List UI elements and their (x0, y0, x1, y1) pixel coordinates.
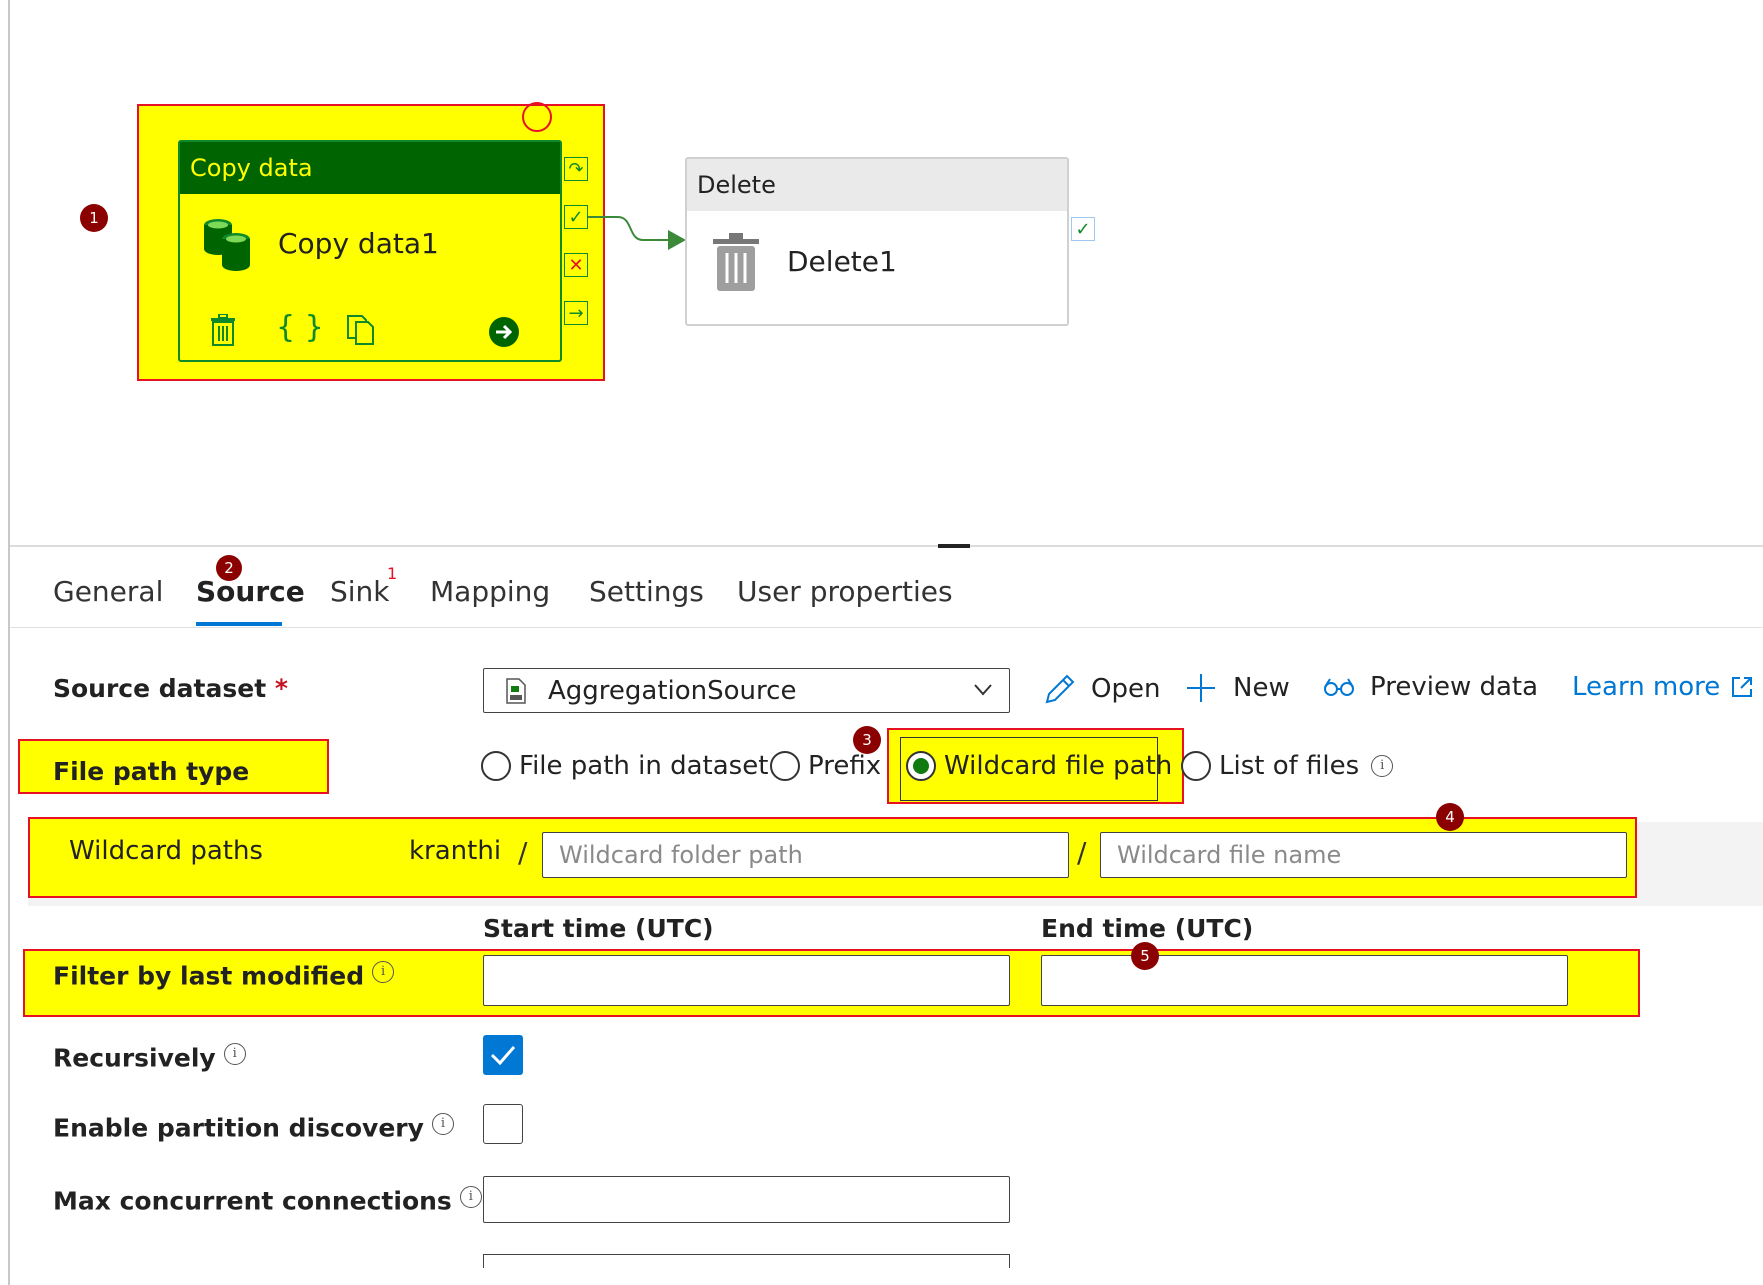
radio-label: Wildcard file path (944, 751, 1173, 781)
annotation-badge-1: 1 (80, 204, 108, 232)
csv-file-icon (506, 678, 526, 704)
open-label: Open (1091, 674, 1161, 704)
radio-prefix[interactable]: Prefix (770, 751, 881, 781)
annotation-badge-3: 3 (853, 726, 881, 754)
learn-more-label: Learn more (1572, 672, 1721, 702)
new-label: New (1233, 673, 1290, 703)
active-tab-indicator (196, 622, 282, 626)
radio-list-of-files[interactable]: List of files i (1181, 751, 1394, 781)
path-separator: / (1077, 836, 1087, 869)
tab-general[interactable]: General (53, 575, 163, 608)
code-braces-icon[interactable]: { } (276, 310, 324, 345)
splitter-grip[interactable] (938, 544, 970, 548)
learn-more-link[interactable]: Learn more (1572, 672, 1754, 702)
radio-circle (770, 751, 800, 781)
chevron-down-icon (974, 684, 992, 696)
recursively-checkbox[interactable] (483, 1035, 523, 1075)
trash-icon (713, 233, 759, 291)
failure-output-icon[interactable]: ✕ (564, 253, 588, 277)
radio-circle (906, 751, 936, 781)
info-icon[interactable]: i (459, 1186, 482, 1208)
info-icon[interactable]: i (1371, 755, 1394, 777)
partition-discovery-checkbox[interactable] (483, 1104, 523, 1144)
plus-icon (1187, 674, 1215, 702)
tab-separator (10, 627, 1763, 628)
annotation-badge-5: 5 (1131, 942, 1159, 970)
radio-wildcard-file-path[interactable]: Wildcard file path (906, 751, 1172, 781)
pencil-icon (1045, 674, 1075, 704)
glasses-icon (1324, 678, 1354, 696)
tab-settings[interactable]: Settings (589, 575, 704, 608)
info-icon[interactable]: i (431, 1113, 454, 1135)
radio-file-path-in-dataset[interactable]: File path in dataset (481, 751, 768, 781)
wildcard-container: kranthi (409, 836, 502, 866)
partition-discovery-label: Enable partition discovery i (53, 1113, 454, 1142)
radio-label: Prefix (808, 751, 882, 781)
delete-activity-type-label: Delete (687, 159, 1067, 211)
tab-source[interactable]: Source (196, 575, 305, 608)
copy-activity-type-label: Copy data (180, 142, 560, 194)
completion-output-icon[interactable]: → (564, 301, 588, 325)
path-separator: / (518, 836, 528, 869)
left-border (8, 0, 10, 1285)
next-field-input[interactable] (483, 1254, 1010, 1268)
annotation-badge-4: 4 (1436, 803, 1464, 831)
copy-activity-name: Copy data1 (278, 227, 439, 260)
tab-mapping[interactable]: Mapping (430, 575, 550, 608)
source-dataset-value: AggregationSource (548, 676, 797, 706)
skip-output-icon[interactable]: ↷ (564, 157, 588, 181)
delete-activity-name: Delete1 (787, 245, 897, 278)
radio-selected-dot (913, 758, 929, 774)
end-time-label: End time (UTC) (1041, 914, 1254, 943)
panel-splitter[interactable] (10, 545, 1763, 547)
clone-icon[interactable] (346, 314, 376, 346)
delete-activity-card[interactable]: Delete Delete1 (685, 157, 1069, 326)
open-button[interactable]: Open (1043, 672, 1160, 706)
info-icon[interactable]: i (372, 961, 395, 983)
source-dataset-label: Source dataset * (53, 674, 288, 703)
radio-circle (1181, 751, 1211, 781)
success-output-icon[interactable]: ✓ (564, 205, 588, 229)
new-button[interactable]: New (1185, 672, 1290, 704)
info-icon[interactable]: i (223, 1043, 246, 1065)
tab-user-properties[interactable]: User properties (737, 575, 953, 608)
recursively-label: Recursively i (53, 1043, 246, 1072)
preview-data-button[interactable]: Preview data (1322, 672, 1538, 702)
success-connector (588, 216, 686, 250)
wildcard-file-input[interactable]: Wildcard file name (1100, 832, 1627, 878)
copy-activity-card[interactable]: Copy data Copy data1 { } (178, 140, 562, 362)
wildcard-folder-input[interactable]: Wildcard folder path (542, 832, 1069, 878)
max-concurrent-connections-label: Max concurrent connections i (53, 1186, 482, 1215)
max-concurrent-connections-input[interactable] (483, 1176, 1010, 1223)
arrow-right-circle-icon[interactable] (488, 316, 520, 348)
annotation-circle (522, 102, 552, 132)
required-mark: * (274, 674, 288, 703)
delete-success-output-icon[interactable]: ✓ (1071, 217, 1095, 241)
file-path-type-label: File path type (53, 757, 250, 786)
filter-by-last-modified-label: Filter by last modified i (53, 961, 395, 990)
checkmark-icon (490, 1046, 516, 1066)
radio-circle (481, 751, 511, 781)
end-time-input[interactable] (1041, 955, 1568, 1006)
preview-data-label: Preview data (1370, 672, 1539, 702)
database-icon (204, 219, 250, 271)
radio-label: File path in dataset (519, 751, 769, 781)
start-time-label: Start time (UTC) (483, 914, 714, 943)
sink-error-count: 1 (387, 564, 398, 583)
wildcard-paths-label: Wildcard paths (69, 836, 263, 866)
delete-icon[interactable] (210, 314, 236, 346)
start-time-input[interactable] (483, 955, 1010, 1006)
external-link-icon (1732, 677, 1753, 697)
source-dataset-select[interactable]: AggregationSource (483, 668, 1010, 713)
radio-label: List of files (1219, 751, 1360, 781)
tab-sink[interactable]: Sink (330, 575, 390, 608)
